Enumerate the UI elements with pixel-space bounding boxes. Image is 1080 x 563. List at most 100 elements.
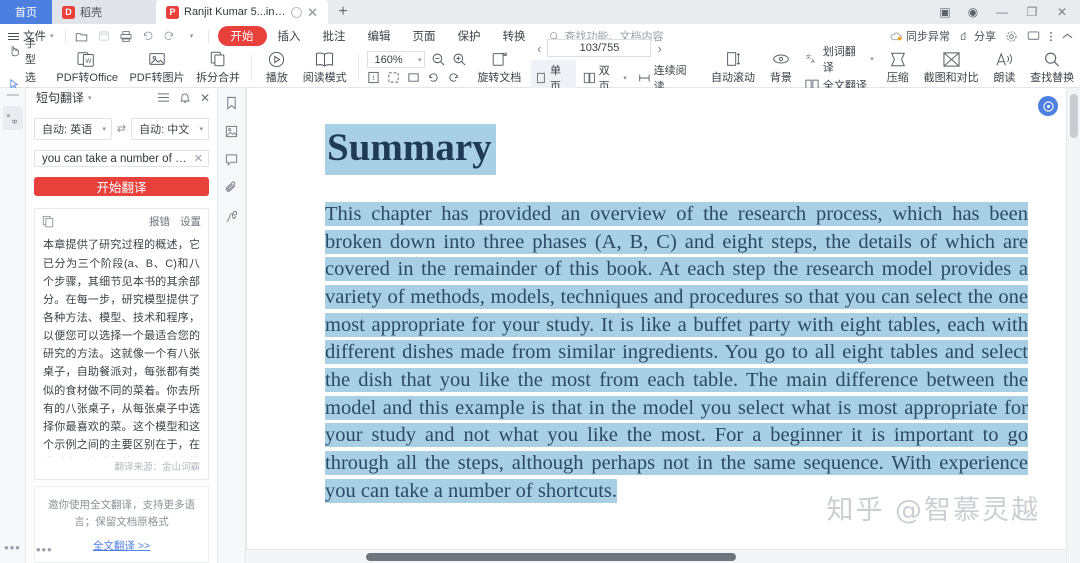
translate-icon: a中 (6, 113, 17, 125)
panel-more-button[interactable]: ••• (36, 542, 53, 557)
compress-button[interactable]: 压缩 (878, 50, 918, 85)
vertical-scrollbar[interactable] (1066, 88, 1080, 563)
document-heading: Summary (325, 124, 496, 175)
pdf-to-office-button[interactable]: W PDF转Office (51, 50, 124, 85)
ribbon-tab-start[interactable]: 开始 (217, 26, 267, 46)
screenshot-compare-button[interactable]: 截图和对比 (918, 50, 985, 85)
bookmark-icon[interactable] (225, 96, 238, 110)
read-aloud-button[interactable]: 朗读 (984, 50, 1024, 85)
auto-scroll-label: 自动滚动 (711, 72, 756, 84)
next-page-button[interactable]: › (651, 41, 667, 56)
rotate-right-icon[interactable] (447, 71, 460, 84)
target-language-select[interactable]: 自动: 中文 ▾ (131, 117, 209, 140)
thumbnail-icon[interactable] (225, 125, 238, 138)
tab-close-icon[interactable]: ✕ (307, 6, 318, 19)
rail-more-button[interactable]: ••• (4, 540, 21, 555)
tab-home[interactable]: 首页 (0, 0, 52, 24)
auto-scroll-button[interactable]: 自动滚动 (705, 50, 761, 85)
word-translate-button[interactable]: 文A 划词翻译 ▾ (805, 43, 874, 75)
pdf-to-image-button[interactable]: PDF转图片 (124, 50, 191, 85)
document-paragraph-text: This chapter has provided an overview of… (325, 201, 1028, 503)
fit-visible-icon[interactable] (407, 71, 420, 84)
rotate-left-icon[interactable] (427, 71, 440, 84)
share-button[interactable]: 分享 (959, 28, 996, 44)
new-tab-button[interactable]: + (328, 0, 358, 24)
play-button[interactable]: 播放 (257, 50, 297, 85)
tab-docer[interactable]: D 稻壳 (52, 0, 156, 24)
fit-page-icon[interactable]: 1 (367, 71, 380, 84)
clear-icon[interactable]: ✕ (191, 152, 203, 165)
promo-link[interactable]: 全文翻译 >> (43, 538, 200, 553)
reading-mode-button[interactable]: 阅读模式 (297, 50, 353, 85)
report-error-link[interactable]: 报错 (149, 214, 170, 229)
bell-icon[interactable] (179, 91, 191, 104)
swap-languages-button[interactable]: ⇄ (117, 122, 126, 135)
single-page-icon (537, 72, 545, 84)
ribbon-separator-2 (357, 54, 359, 81)
attachment-icon[interactable] (225, 181, 238, 195)
zoom-level-select[interactable]: 160% ▾ (367, 51, 426, 68)
tab-info-icon[interactable] (291, 6, 303, 18)
history-icon[interactable] (157, 92, 170, 103)
vertical-scroll-thumb[interactable] (1070, 94, 1078, 138)
copy-icon[interactable] (42, 215, 54, 228)
source-language-select[interactable]: 自动: 英语 ▾ (34, 117, 112, 140)
reading-mode-label: 阅读模式 (302, 72, 347, 84)
ribbon-tab-insert[interactable]: 插入 (267, 26, 312, 46)
quick-more-icon[interactable]: ▾ (181, 26, 203, 46)
feedback-icon[interactable] (1027, 30, 1040, 42)
split-merge-button[interactable]: 拆分合并 (190, 50, 246, 85)
print-icon[interactable] (115, 26, 137, 46)
sync-status-button[interactable]: 同步异常 (890, 28, 950, 44)
start-translate-button[interactable]: 开始翻译 (34, 177, 209, 197)
find-replace-icon (1043, 50, 1061, 68)
translation-result-card: 报错 设置 本章提供了研究过程的概述，它已分为三个阶段(a、B、C)和八个步骤，… (34, 208, 209, 481)
close-button[interactable]: ✕ (1048, 0, 1076, 24)
maximize-button[interactable]: ❐ (1018, 0, 1046, 24)
background-button[interactable]: 背景 (761, 50, 801, 85)
background-label: 背景 (769, 72, 792, 84)
ribbon-tab-edit[interactable]: 编辑 (357, 26, 402, 46)
rotate-document-button[interactable]: 旋转文档 (471, 50, 527, 85)
ribbon-tab-page[interactable]: 页面 (402, 26, 447, 46)
minimize-button[interactable]: — (988, 0, 1016, 24)
hand-tool[interactable]: 手型 (8, 35, 47, 67)
settings-icon[interactable] (1005, 30, 1018, 43)
find-replace-button[interactable]: 查找替换 (1024, 50, 1080, 85)
ribbon-tab-comment[interactable]: 批注 (312, 26, 357, 46)
translation-source-input[interactable]: you can take a number of shortcuts. ✕ (34, 149, 209, 168)
zoom-out-icon (433, 53, 445, 66)
chevron-down-icon[interactable]: ▾ (88, 94, 92, 102)
more-vertical-icon[interactable] (1049, 30, 1053, 43)
prev-page-button[interactable]: ‹ (531, 41, 547, 56)
zoom-out-button[interactable] (431, 52, 446, 67)
play-label: 播放 (265, 72, 288, 84)
undo-icon[interactable] (137, 26, 159, 46)
tab-docer-label: 稻壳 (80, 7, 102, 19)
signature-icon[interactable] (225, 210, 238, 224)
translation-source-text: you can take a number of shortcuts. (42, 152, 191, 165)
layout-icon[interactable]: ▣ (932, 0, 958, 24)
page-number-input[interactable]: 103/755 (547, 39, 652, 57)
ribbon-tab-protect[interactable]: 保护 (447, 26, 492, 46)
save-icon[interactable] (93, 26, 115, 46)
open-icon[interactable] (71, 26, 93, 46)
comment-icon[interactable] (225, 153, 238, 166)
translation-panel-header: 短句翻译 ▾ ✕ (26, 88, 217, 108)
document-viewport[interactable]: Summary This chapter has provided an ove… (246, 88, 1080, 563)
redo-icon[interactable] (159, 26, 181, 46)
fit-width-icon[interactable] (387, 71, 400, 84)
rail-collapse-handle[interactable] (6, 94, 19, 96)
account-icon[interactable]: ◉ (960, 0, 986, 24)
assistant-float-button[interactable] (1038, 96, 1058, 116)
tab-document[interactable]: P Ranjit Kumar 5...inners 5th.pdf ✕ (156, 0, 328, 24)
translate-tool-rail-button[interactable]: a中 (2, 106, 23, 130)
collapse-ribbon-icon[interactable] (1062, 32, 1073, 40)
close-icon[interactable]: ✕ (200, 91, 210, 105)
settings-link[interactable]: 设置 (180, 214, 201, 229)
horizontal-scroll-thumb[interactable] (366, 553, 736, 561)
split-merge-icon (209, 50, 228, 68)
zoom-in-button[interactable] (452, 52, 467, 67)
horizontal-scrollbar[interactable] (246, 549, 1066, 563)
zoom-group: 160% ▾ 1 (363, 51, 471, 84)
